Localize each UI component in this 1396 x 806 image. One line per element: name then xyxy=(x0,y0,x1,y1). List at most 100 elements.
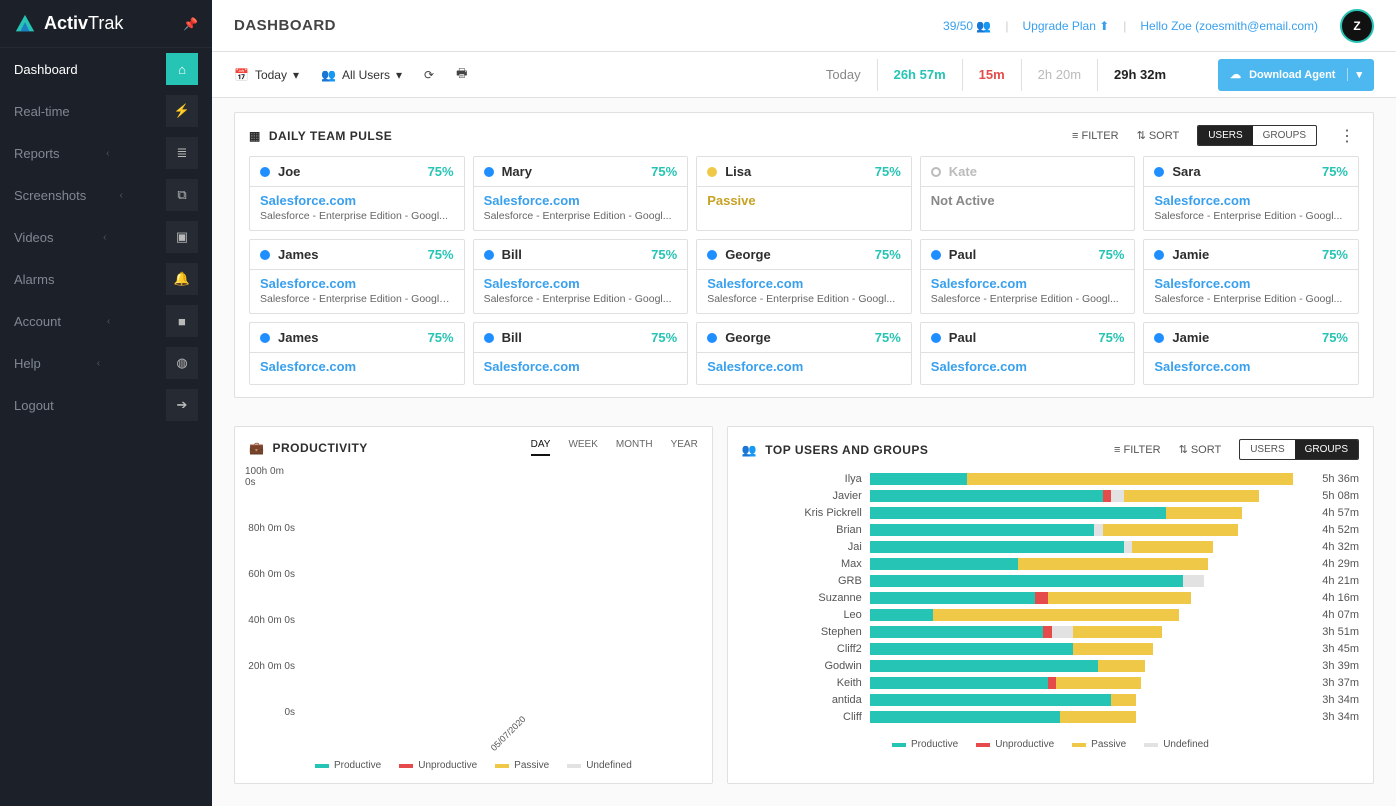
sidebar-item-label: Alarms xyxy=(14,272,54,287)
pulse-card[interactable]: James 75% Salesforce.com Salesforce - En… xyxy=(249,239,465,314)
topusers-row: Cliff2 3h 45m xyxy=(742,640,1359,657)
sidebar-item-dashboard[interactable]: Dashboard⌂ xyxy=(0,48,212,90)
chevron-left-icon: ‹ xyxy=(97,358,100,369)
pulse-card[interactable]: Jamie 75% Salesforce.com Salesforce - En… xyxy=(1143,239,1359,314)
topusers-bar xyxy=(870,694,1293,706)
topusers-name: Javier xyxy=(742,490,862,502)
pulse-toggle-groups[interactable]: GROUPS xyxy=(1253,126,1316,145)
topusers-bar xyxy=(870,490,1293,502)
sidebar-item-label: Screenshots xyxy=(14,188,86,203)
chevron-left-icon: ‹ xyxy=(107,316,110,327)
pulse-card[interactable]: Paul 75% Salesforce.com Salesforce - Ent… xyxy=(920,239,1136,314)
topusers-panel: 👥 TOP USERS AND GROUPS ≡ FILTER ⇅ SORT U… xyxy=(727,426,1374,784)
pulse-app: Salesforce.com xyxy=(931,276,1125,291)
topusers-name: Stephen xyxy=(742,626,862,638)
topusers-duration: 3h 37m xyxy=(1301,677,1359,689)
productivity-tab-year[interactable]: YEAR xyxy=(671,439,698,456)
sidebar-item-videos[interactable]: Videos‹▣ xyxy=(0,216,212,258)
print-icon[interactable]: 🖶 xyxy=(456,64,467,85)
pulse-card[interactable]: Joe 75% Salesforce.com Salesforce - Ente… xyxy=(249,156,465,231)
pulse-user-pct: 75% xyxy=(651,247,677,262)
topusers-filter[interactable]: ≡ FILTER xyxy=(1114,444,1161,456)
logo-icon xyxy=(14,13,36,35)
productivity-chart: 100h 0m 0s80h 0m 0s60h 0m 0s40h 0m 0s20h… xyxy=(299,466,698,746)
sidebar-item-help[interactable]: Help‹◍ xyxy=(0,342,212,384)
productivity-tab-day[interactable]: DAY xyxy=(531,439,551,456)
seat-count[interactable]: 39/50 👥 xyxy=(943,19,991,33)
pulse-app: Salesforce.com xyxy=(1154,193,1348,208)
refresh-icon[interactable]: ⟳ xyxy=(424,68,434,82)
pulse-menu-icon[interactable]: ⋮ xyxy=(1335,126,1359,146)
topusers-bar xyxy=(870,643,1293,655)
sidebar-item-reports[interactable]: Reports‹≣ xyxy=(0,132,212,174)
scope-filter[interactable]: 👥 All Users ▾ xyxy=(321,68,402,82)
sidebar-item-label: Logout xyxy=(14,398,54,413)
sidebar-item-screenshots[interactable]: Screenshots‹⧉ xyxy=(0,174,212,216)
legend-item: Unproductive xyxy=(399,760,477,771)
pulse-app: Salesforce.com xyxy=(484,359,678,374)
topusers-row: antida 3h 34m xyxy=(742,691,1359,708)
pulse-panel: ▦ DAILY TEAM PULSE ≡ FILTER ⇅ SORT USERS… xyxy=(234,112,1374,398)
pulse-card[interactable]: Kate Not Active xyxy=(920,156,1136,231)
pulse-card[interactable]: Mary 75% Salesforce.com Salesforce - Ent… xyxy=(473,156,689,231)
topusers-duration: 3h 51m xyxy=(1301,626,1359,638)
pulse-user-pct: 75% xyxy=(651,164,677,179)
pulse-card[interactable]: Bill 75% Salesforce.com Salesforce - Ent… xyxy=(473,239,689,314)
avatar[interactable]: Z xyxy=(1340,9,1374,43)
status-dot-icon xyxy=(1154,333,1164,343)
date-filter[interactable]: 📅 Today ▾ xyxy=(234,68,299,82)
topusers-name: Cliff xyxy=(742,711,862,723)
topusers-row: Brian 4h 52m xyxy=(742,521,1359,538)
pulse-card[interactable]: Bill 75% Salesforce.com xyxy=(473,322,689,385)
topusers-toggle-groups[interactable]: GROUPS xyxy=(1295,440,1358,459)
pulse-card[interactable]: Lisa 75% Passive xyxy=(696,156,912,231)
topusers-row: Leo 4h 07m xyxy=(742,606,1359,623)
pulse-app: Salesforce.com xyxy=(260,359,454,374)
productivity-tab-week[interactable]: WEEK xyxy=(568,439,597,456)
pulse-card[interactable]: Sara 75% Salesforce.com Salesforce - Ent… xyxy=(1143,156,1359,231)
topusers-name: Brian xyxy=(742,524,862,536)
sidebar-item-alarms[interactable]: Alarms🔔 xyxy=(0,258,212,300)
topusers-chart: Ilya 5h 36mJavier 5h 08mKris Pickrell 4h… xyxy=(742,470,1359,725)
pulse-sort[interactable]: ⇅ SORT xyxy=(1137,129,1180,142)
topusers-row: Godwin 3h 39m xyxy=(742,657,1359,674)
sidebar-item-account[interactable]: Account‹■ xyxy=(0,300,212,342)
topusers-row: GRB 4h 21m xyxy=(742,572,1359,589)
pin-icon[interactable]: 📌 xyxy=(183,17,198,31)
topusers-row: Keith 3h 37m xyxy=(742,674,1359,691)
productivity-tab-month[interactable]: MONTH xyxy=(616,439,653,456)
topusers-row: Kris Pickrell 4h 57m xyxy=(742,504,1359,521)
pulse-card[interactable]: Paul 75% Salesforce.com xyxy=(920,322,1136,385)
filter-row: 📅 Today ▾ 👥 All Users ▾ ⟳ 🖶 Today 26h 57… xyxy=(212,52,1396,98)
pulse-card[interactable]: Jamie 75% Salesforce.com xyxy=(1143,322,1359,385)
topusers-row: Suzanne 4h 16m xyxy=(742,589,1359,606)
topusers-name: Kris Pickrell xyxy=(742,507,862,519)
pulse-card[interactable]: George 75% Salesforce.com xyxy=(696,322,912,385)
sidebar-item-logout[interactable]: Logout ➔ xyxy=(0,384,212,426)
topusers-bar xyxy=(870,626,1293,638)
topusers-name: Jai xyxy=(742,541,862,553)
topusers-bar xyxy=(870,541,1293,553)
pulse-toggle-users[interactable]: USERS xyxy=(1198,126,1252,145)
nav-icon: ▣ xyxy=(166,221,198,253)
download-agent-button[interactable]: ☁ Download Agent▾ xyxy=(1218,59,1374,91)
pulse-user-name: Jamie xyxy=(1172,330,1209,345)
pulse-title: ▦ DAILY TEAM PULSE xyxy=(249,129,392,143)
pulse-user-name: George xyxy=(725,247,771,262)
sidebar-item-real-time[interactable]: Real-time⚡ xyxy=(0,90,212,132)
topusers-sort[interactable]: ⇅ SORT xyxy=(1179,443,1222,456)
hello-user[interactable]: Hello Zoe (zoesmith@email.com) xyxy=(1140,19,1318,33)
pulse-user-name: James xyxy=(278,247,318,262)
upgrade-plan-link[interactable]: Upgrade Plan ⬆ xyxy=(1022,19,1109,33)
pulse-card[interactable]: George 75% Salesforce.com Salesforce - E… xyxy=(696,239,912,314)
topusers-row: Max 4h 29m xyxy=(742,555,1359,572)
pulse-user-name: Paul xyxy=(949,247,976,262)
pulse-card[interactable]: James 75% Salesforce.com xyxy=(249,322,465,385)
pulse-user-pct: 75% xyxy=(651,330,677,345)
topusers-toggle-users[interactable]: USERS xyxy=(1240,440,1294,459)
nav-icon: ➔ xyxy=(166,389,198,421)
time-total: 29h 32m xyxy=(1097,59,1182,91)
pulse-filter[interactable]: ≡ FILTER xyxy=(1072,130,1119,142)
legend-item: Undefined xyxy=(567,760,632,771)
nav-icon: ⧉ xyxy=(166,179,198,211)
